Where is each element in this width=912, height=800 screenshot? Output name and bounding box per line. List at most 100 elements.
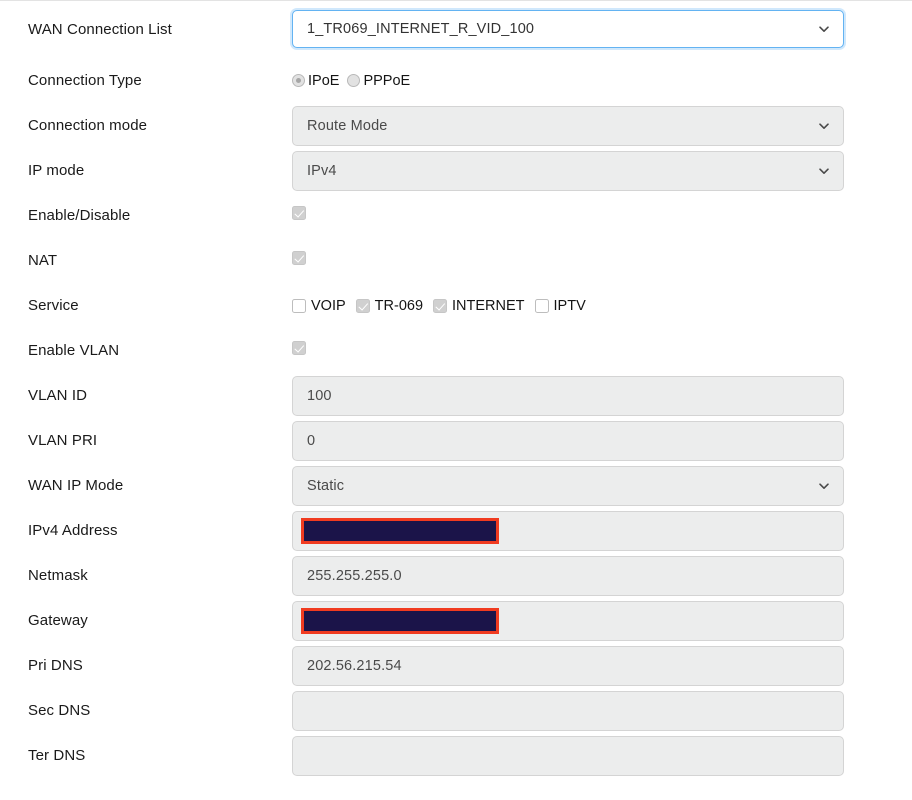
- wan-config-form: WAN Connection List 1_TR069_INTERNET_R_V…: [0, 0, 912, 778]
- label-wan-connection-list: WAN Connection List: [0, 20, 292, 39]
- row-pri-dns: Pri DNS 202.56.215.54: [0, 643, 912, 688]
- wan-config-page: WAN Connection List 1_TR069_INTERNET_R_V…: [0, 0, 912, 800]
- vlan-id-value: 100: [307, 388, 332, 404]
- row-enable-disable: Enable/Disable: [0, 193, 912, 238]
- label-connection-type: Connection Type: [0, 71, 292, 90]
- connection-mode-value: Route Mode: [307, 118, 388, 134]
- control-vlan-pri: 0: [292, 421, 912, 461]
- chevron-down-icon: [818, 165, 830, 177]
- wan-ip-mode-select[interactable]: Static: [292, 466, 844, 506]
- row-sec-dns: Sec DNS: [0, 688, 912, 733]
- label-enable-disable: Enable/Disable: [0, 206, 292, 225]
- service-option-internet[interactable]: INTERNET: [433, 298, 525, 314]
- radio-pppoe-label: PPPoE: [363, 73, 410, 89]
- radio-option-pppoe[interactable]: PPPoE: [347, 73, 410, 89]
- ip-mode-select[interactable]: IPv4: [292, 151, 844, 191]
- service-tr069-label: TR-069: [375, 298, 423, 314]
- wan-connection-list-select[interactable]: 1_TR069_INTERNET_R_VID_100: [292, 10, 844, 48]
- control-sec-dns: [292, 691, 912, 731]
- gateway-redaction-box: [301, 608, 499, 634]
- connection-type-radio-group: IPoE PPPoE: [292, 70, 870, 92]
- row-connection-type: Connection Type IPoE PPPoE: [0, 58, 912, 103]
- control-nat: [292, 251, 912, 270]
- service-internet-checkbox[interactable]: [433, 299, 447, 313]
- vlan-id-input[interactable]: 100: [292, 376, 844, 416]
- label-ter-dns: Ter DNS: [0, 746, 292, 765]
- sec-dns-input[interactable]: [292, 691, 844, 731]
- ip-mode-value: IPv4: [307, 163, 337, 179]
- label-service: Service: [0, 296, 292, 315]
- netmask-input[interactable]: 255.255.255.0: [292, 556, 844, 596]
- row-ter-dns: Ter DNS: [0, 733, 912, 778]
- control-ipv4-address: [292, 511, 912, 551]
- radio-pppoe-icon[interactable]: [347, 74, 360, 87]
- row-ip-mode: IP mode IPv4: [0, 148, 912, 193]
- service-option-tr069[interactable]: TR-069: [356, 298, 423, 314]
- control-gateway: [292, 601, 912, 641]
- control-vlan-id: 100: [292, 376, 912, 416]
- row-enable-vlan: Enable VLAN: [0, 328, 912, 373]
- connection-mode-select[interactable]: Route Mode: [292, 106, 844, 146]
- row-vlan-pri: VLAN PRI 0: [0, 418, 912, 463]
- row-service: Service VOIP TR-069 INTERNET: [0, 283, 912, 328]
- netmask-value: 255.255.255.0: [307, 568, 402, 584]
- control-service: VOIP TR-069 INTERNET IPTV: [292, 295, 912, 317]
- control-connection-type: IPoE PPPoE: [292, 70, 912, 92]
- ter-dns-input[interactable]: [292, 736, 844, 776]
- label-nat: NAT: [0, 251, 292, 270]
- control-ter-dns: [292, 736, 912, 776]
- enable-vlan-checkbox[interactable]: [292, 341, 306, 355]
- label-ip-mode: IP mode: [0, 161, 292, 180]
- service-iptv-label: IPTV: [554, 298, 586, 314]
- row-connection-mode: Connection mode Route Mode: [0, 103, 912, 148]
- ipv4-address-redaction-box: [301, 518, 499, 544]
- service-tr069-checkbox[interactable]: [356, 299, 370, 313]
- wan-connection-list-value: 1_TR069_INTERNET_R_VID_100: [307, 21, 534, 37]
- service-iptv-checkbox[interactable]: [535, 299, 549, 313]
- service-internet-label: INTERNET: [452, 298, 525, 314]
- row-vlan-id: VLAN ID 100: [0, 373, 912, 418]
- label-enable-vlan: Enable VLAN: [0, 341, 292, 360]
- label-pri-dns: Pri DNS: [0, 656, 292, 675]
- nat-checkbox[interactable]: [292, 251, 306, 265]
- control-connection-mode: Route Mode: [292, 106, 912, 146]
- control-enable-disable: [292, 206, 912, 225]
- pri-dns-input[interactable]: 202.56.215.54: [292, 646, 844, 686]
- control-ip-mode: IPv4: [292, 151, 912, 191]
- control-wan-ip-mode: Static: [292, 466, 912, 506]
- label-connection-mode: Connection mode: [0, 116, 292, 135]
- enable-disable-checkbox[interactable]: [292, 206, 306, 220]
- service-option-voip[interactable]: VOIP: [292, 298, 346, 314]
- control-wan-connection-list: 1_TR069_INTERNET_R_VID_100: [292, 10, 912, 48]
- label-netmask: Netmask: [0, 566, 292, 585]
- radio-ipoe-label: IPoE: [308, 73, 339, 89]
- chevron-down-icon: [818, 480, 830, 492]
- label-gateway: Gateway: [0, 611, 292, 630]
- control-netmask: 255.255.255.0: [292, 556, 912, 596]
- label-wan-ip-mode: WAN IP Mode: [0, 476, 292, 495]
- service-voip-checkbox[interactable]: [292, 299, 306, 313]
- row-ipv4-address: IPv4 Address: [0, 508, 912, 553]
- radio-ipoe-icon[interactable]: [292, 74, 305, 87]
- control-pri-dns: 202.56.215.54: [292, 646, 912, 686]
- pri-dns-value: 202.56.215.54: [307, 658, 402, 674]
- row-wan-ip-mode: WAN IP Mode Static: [0, 463, 912, 508]
- wan-ip-mode-value: Static: [307, 478, 344, 494]
- row-gateway: Gateway: [0, 598, 912, 643]
- row-nat: NAT: [0, 238, 912, 283]
- ipv4-address-input[interactable]: [292, 511, 844, 551]
- radio-option-ipoe[interactable]: IPoE: [292, 73, 339, 89]
- label-ipv4-address: IPv4 Address: [0, 521, 292, 540]
- label-vlan-id: VLAN ID: [0, 386, 292, 405]
- chevron-down-icon: [818, 120, 830, 132]
- control-enable-vlan: [292, 341, 912, 360]
- vlan-pri-input[interactable]: 0: [292, 421, 844, 461]
- row-wan-connection-list: WAN Connection List 1_TR069_INTERNET_R_V…: [0, 0, 912, 58]
- vlan-pri-value: 0: [307, 433, 315, 449]
- service-option-iptv[interactable]: IPTV: [535, 298, 586, 314]
- label-sec-dns: Sec DNS: [0, 701, 292, 720]
- gateway-input[interactable]: [292, 601, 844, 641]
- label-vlan-pri: VLAN PRI: [0, 431, 292, 450]
- service-checkbox-group: VOIP TR-069 INTERNET IPTV: [292, 295, 870, 317]
- chevron-down-icon: [818, 23, 830, 35]
